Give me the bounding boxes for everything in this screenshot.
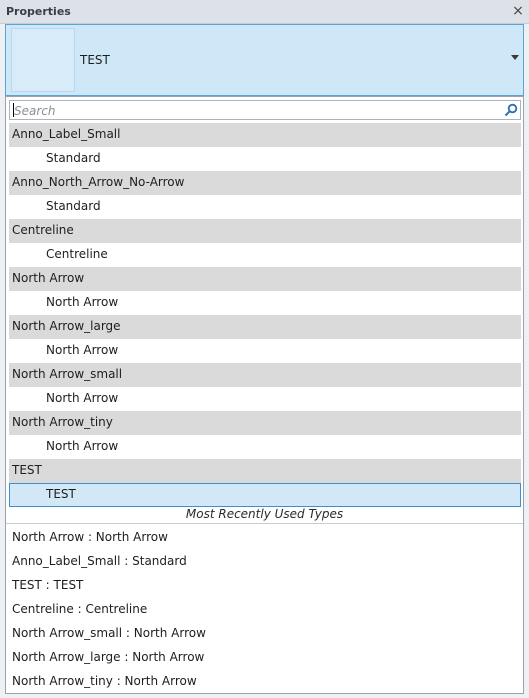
type-row[interactable]: Centreline xyxy=(9,243,521,267)
type-row[interactable]: North Arrow xyxy=(9,291,521,315)
mru-item[interactable]: North Arrow_large : North Arrow xyxy=(6,645,523,669)
mru-list: North Arrow : North Arrow Anno_Label_Smal… xyxy=(6,525,523,693)
mru-item[interactable]: North Arrow_tiny : North Arrow xyxy=(6,669,523,693)
mru-item[interactable]: Anno_Label_Small : Standard xyxy=(6,549,523,573)
family-row: Centreline xyxy=(9,219,521,243)
mru-item[interactable]: North Arrow_small : North Arrow xyxy=(6,621,523,645)
type-row[interactable]: North Arrow xyxy=(9,435,521,459)
family-row: North Arrow xyxy=(9,267,521,291)
mru-item[interactable]: North Arrow : North Arrow xyxy=(6,525,523,549)
panel-title: Properties xyxy=(6,5,71,18)
dropdown-arrow-icon[interactable] xyxy=(511,55,519,60)
search-icon[interactable] xyxy=(504,103,518,117)
type-preview-thumbnail xyxy=(11,28,75,92)
family-row: North Arrow_large xyxy=(9,315,521,339)
search-input[interactable]: Search xyxy=(9,100,521,120)
properties-title-bar: Properties × xyxy=(0,0,529,24)
type-row-selected[interactable]: TEST xyxy=(9,483,521,507)
type-selector-dropdown[interactable]: TEST xyxy=(5,24,524,96)
family-row: North Arrow_tiny xyxy=(9,411,521,435)
family-row: Anno_Label_Small xyxy=(9,123,521,147)
current-type-name: TEST xyxy=(80,53,110,67)
type-tree: Anno_Label_Small Standard Anno_North_Arrow… xyxy=(9,123,521,507)
family-row: Anno_North_Arrow_No-Arrow xyxy=(9,171,521,195)
mru-item[interactable]: TEST : TEST xyxy=(6,573,523,597)
family-row: TEST xyxy=(9,459,521,483)
type-row[interactable]: North Arrow xyxy=(9,339,521,363)
type-list-dropdown: Search Anno_Label_Small Standard Anno_Nort… xyxy=(5,96,524,694)
mru-item[interactable]: Centreline : Centreline xyxy=(6,597,523,621)
type-row[interactable]: North Arrow xyxy=(9,387,521,411)
mru-header: Most Recently Used Types xyxy=(6,506,523,524)
type-row[interactable]: Standard xyxy=(9,147,521,171)
type-row[interactable]: Standard xyxy=(9,195,521,219)
search-placeholder: Search xyxy=(14,104,56,118)
text-cursor xyxy=(13,103,14,117)
family-row: North Arrow_small xyxy=(9,363,521,387)
close-icon[interactable]: × xyxy=(511,3,525,19)
